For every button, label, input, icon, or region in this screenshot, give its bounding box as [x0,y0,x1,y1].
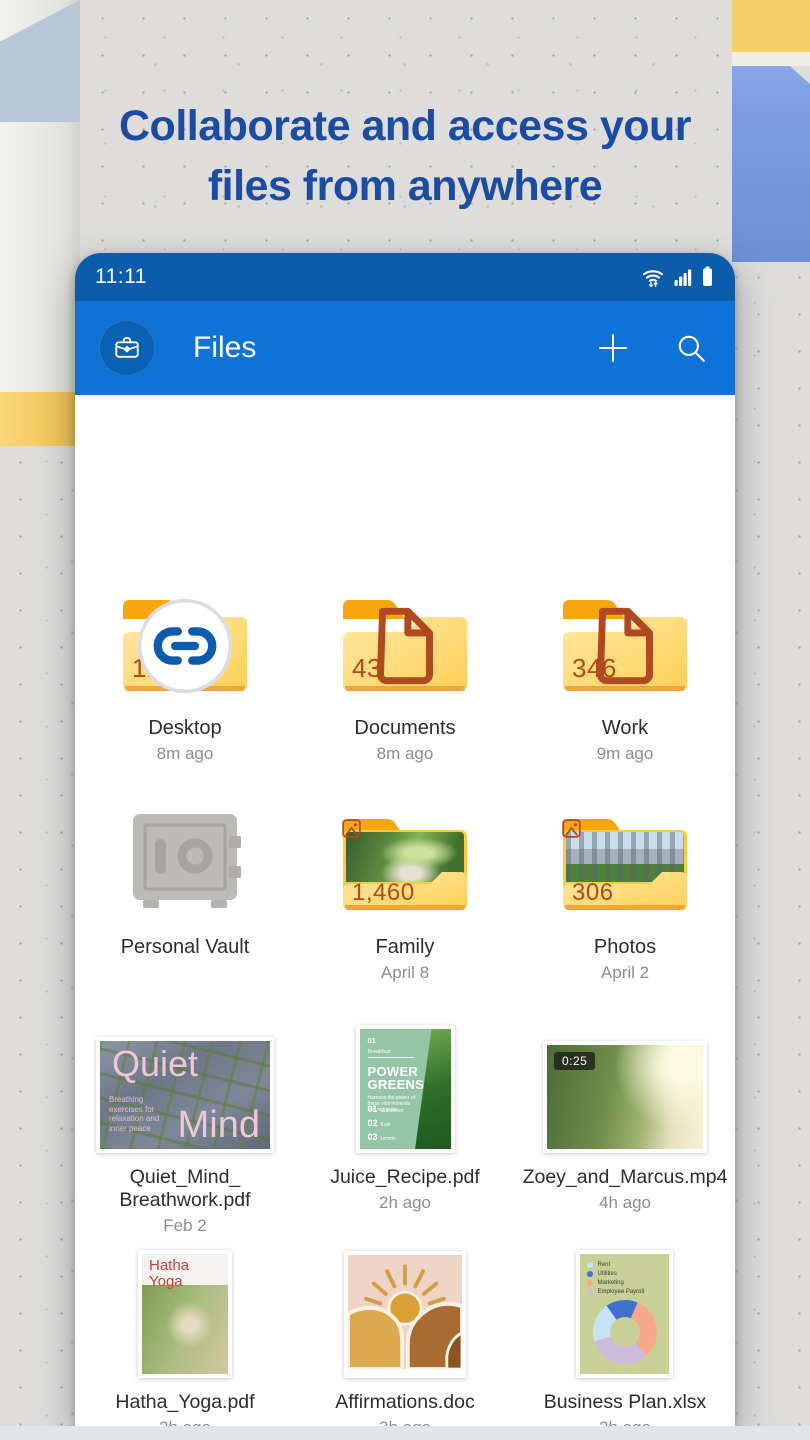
shared-link-icon [119,597,251,695]
background-bottom-strip [0,1426,810,1440]
item-meta: 3h ago [379,1418,431,1426]
folder-icon: 1,460 [339,816,471,914]
battery-icon [700,265,715,289]
thumb-text: Breakfast [368,1049,414,1058]
spreadsheet-thumbnail: Rent Utilities Marketing Employee Payrol… [576,1250,673,1378]
document-icon [559,597,691,695]
thumb-text: HathaYoga [149,1258,189,1290]
search-button[interactable] [675,332,707,364]
item-meta: 2h ago [159,1418,211,1426]
vault-icon [123,810,247,914]
thumb-text: 01 [368,1036,430,1045]
file-grid: 123 Desktop 8m ago [75,395,735,1426]
item-name: Hatha_Yoga.pdf [115,1391,254,1414]
status-icons [640,265,715,289]
item-meta: 2h ago [379,1193,431,1213]
status-bar: 11:11 [75,253,735,301]
plus-icon [595,330,631,366]
item-name: Quiet_Mind_Breathwork.pdf [119,1166,250,1212]
add-button[interactable] [595,330,631,366]
photo-icon [339,816,364,841]
folder-tile-documents[interactable]: 43 Documents 8m ago [339,595,471,764]
thumb-caption: Breathing exercises for relaxation and i… [109,1095,171,1133]
headline-line1: Collaborate and access your [0,96,810,156]
clock: 11:11 [95,265,147,289]
item-name: Zoey_and_Marcus.mp4 [523,1166,728,1189]
thumb-text: Quiet [112,1043,198,1085]
thumb-text: Mind [178,1104,260,1147]
item-name: Documents [354,717,455,740]
file-thumbnail [344,1251,466,1378]
item-name: Business Plan.xlsx [544,1391,707,1414]
item-meta: 8m ago [157,744,214,764]
sun-art-illustration [348,1255,462,1369]
item-name: Juice_Recipe.pdf [330,1166,480,1189]
file-tile-juice-recipe[interactable]: 01 Breakfast POWERGREENS Harness the pow… [330,1027,480,1236]
folder-icon: 43 [339,597,471,695]
folder-icon: 306 [559,816,691,914]
folder-item-count: 306 [572,879,614,907]
folder-tile-photos[interactable]: 306 Photos April 2 [559,810,691,983]
item-meta: 9m ago [597,744,654,764]
folder-item-count: 1,460 [352,879,415,907]
folder-icon: 346 [559,597,691,695]
document-icon [339,597,471,695]
item-meta: 8m ago [377,744,434,764]
file-thumbnail: Quiet Mind Breathing exercises for relax… [96,1037,274,1153]
file-tile-affirmations[interactable]: Affirmations.doc 3h ago [335,1250,474,1426]
item-name: Affirmations.doc [335,1391,474,1414]
headline-line2: files from anywhere [0,156,810,216]
headline: Collaborate and access your files from a… [0,96,810,216]
folder-tile-personal-vault[interactable]: Personal Vault [121,810,250,983]
folder-tile-work[interactable]: 346 Work 9m ago [559,595,691,764]
item-meta: 4h ago [599,1193,651,1213]
item-meta: Feb 2 [163,1216,206,1236]
item-meta: April 8 [381,963,429,983]
item-name: Work [602,717,648,740]
account-button[interactable] [99,320,155,376]
file-tile-quiet-mind[interactable]: Quiet Mind Breathing exercises for relax… [96,1027,274,1236]
briefcase-icon [112,333,142,363]
item-meta: April 2 [601,963,649,983]
item-name: Photos [594,936,656,959]
file-tile-zoey-video[interactable]: 0:25 Zoey_and_Marcus.mp4 4h ago [523,1027,728,1236]
folder-icon: 123 [119,597,251,695]
item-name: Desktop [148,717,221,740]
background-yellow-paper-right [732,0,810,52]
folder-tile-family[interactable]: 1,460 Family April 8 [339,810,471,983]
donut-chart [593,1300,657,1364]
file-tile-business-plan[interactable]: Rent Utilities Marketing Employee Payrol… [544,1250,707,1426]
item-name: Personal Vault [121,936,250,959]
search-icon [675,332,707,364]
video-duration-badge: 0:25 [554,1052,595,1070]
phone-frame: 11:11 [75,253,735,1426]
photo-icon [559,816,584,841]
promo-screenshot: Collaborate and access your files from a… [0,0,810,1440]
signal-bars-icon [673,265,693,289]
app-bar: Files [75,301,735,395]
wifi-updown-icon [640,265,666,289]
chart-legend: Rent Utilities Marketing Employee Payrol… [587,1262,662,1295]
file-thumbnail: HathaYoga [138,1250,232,1378]
file-tile-hatha-yoga[interactable]: HathaYoga Hatha_Yoga.pdf 2h ago [115,1250,254,1426]
item-meta: 2h ago [599,1418,651,1426]
item-name: Family [376,936,435,959]
thumb-text: POWERGREENS [368,1065,430,1091]
file-thumbnail: 01 Breakfast POWERGREENS Harness the pow… [356,1025,455,1153]
page-title: Files [193,331,256,365]
folder-tile-desktop[interactable]: 123 Desktop 8m ago [119,595,251,764]
video-thumbnail: 0:25 [543,1041,707,1153]
